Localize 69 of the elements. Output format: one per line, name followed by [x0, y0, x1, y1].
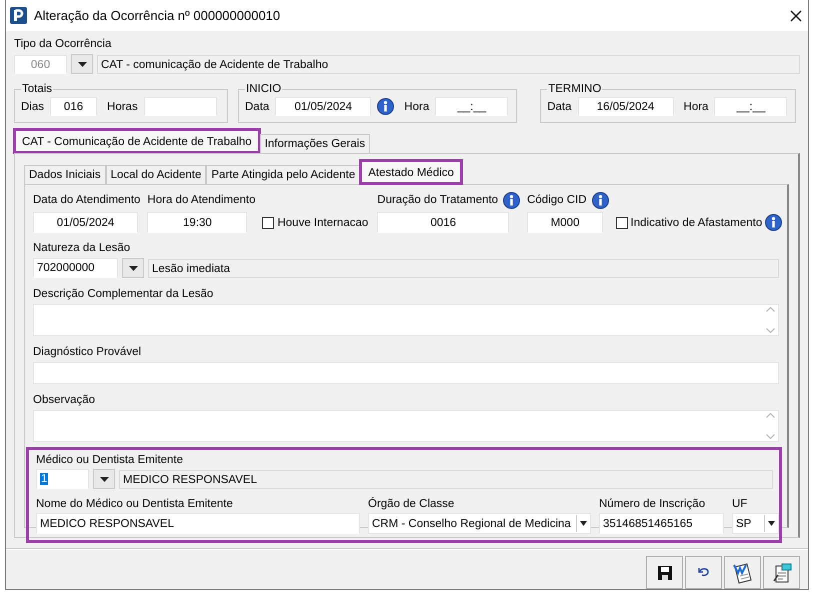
field-label: Data	[245, 100, 270, 114]
tab[interactable]: Local do Acidente	[106, 165, 206, 184]
field-label: Hora	[684, 100, 708, 114]
field-label: Data do Atendimento	[33, 193, 140, 207]
field-label: Tipo da Ocorrência	[14, 37, 112, 51]
field-label: Hora do Atendimento	[147, 193, 256, 207]
checkbox[interactable]	[616, 216, 628, 228]
field-label: UF	[732, 497, 748, 511]
description-field: Lesão imediata	[148, 258, 779, 278]
checkbox-label: Indicativo de Afastamento	[630, 216, 762, 230]
input-field[interactable]: 16/05/2024	[578, 97, 674, 116]
input-field[interactable]: 016	[50, 97, 98, 116]
close-icon[interactable]	[790, 10, 802, 22]
group-label: INICIO	[245, 83, 282, 95]
input-field[interactable]: 01/05/2024	[275, 97, 372, 116]
input-field[interactable]	[33, 362, 779, 384]
input-field[interactable]	[144, 97, 217, 116]
checkbox[interactable]	[262, 216, 274, 228]
dropdown-button[interactable]	[71, 54, 93, 74]
tab[interactable]: Atestado Médico	[360, 160, 462, 184]
caret-icon	[768, 521, 774, 526]
tab[interactable]: CAT - Comunicação de Acidente de Trabalho	[14, 129, 260, 153]
input-field[interactable]: MEDICO RESPONSAVEL	[36, 513, 360, 534]
input-field[interactable]: 702000000	[33, 258, 118, 278]
input-field[interactable]: M000	[527, 212, 604, 233]
caret-icon	[100, 476, 108, 482]
document-button[interactable]	[724, 556, 761, 589]
window-title: Alteração da Ocorrência nº 000000000010	[34, 8, 282, 23]
tab[interactable]: Dados Iniciais	[24, 165, 106, 184]
input-field[interactable]: 01/05/2024	[33, 212, 138, 233]
field-label: Médico ou Dentista Emitente	[36, 453, 184, 467]
field-label: Órgão de Classe	[368, 497, 456, 511]
field-label: Código CID	[527, 193, 587, 207]
input-field[interactable]: 35146851465165	[599, 513, 724, 534]
field-label: Duração do Tratamento	[377, 193, 498, 207]
field-label: Nome do Médico ou Dentista Emitente	[36, 497, 234, 511]
caret-icon	[580, 521, 586, 526]
description-field: MEDICO RESPONSAVEL	[119, 470, 773, 488]
group-label: TERMINO	[547, 83, 602, 95]
dropdown-button[interactable]	[93, 469, 115, 489]
dropdown[interactable]: CRM - Conselho Regional de Medicina	[368, 513, 591, 534]
save-button[interactable]	[646, 556, 683, 589]
field-label: Dias	[21, 100, 44, 114]
input-field[interactable]: 0016	[377, 212, 510, 233]
caret-icon	[78, 62, 86, 66]
field-label: Número de Inscrição	[599, 497, 706, 511]
field-label: Data	[547, 100, 572, 114]
input-field[interactable]: __:__	[435, 97, 508, 116]
tab[interactable]: Parte Atingida pelo Acidente	[206, 165, 360, 184]
tab[interactable]: Informações Gerais	[260, 134, 370, 153]
description-field: CAT - comunicação de Acidente de Trabalho	[97, 54, 800, 74]
field-label: Diagnóstico Provável	[33, 345, 142, 359]
undo-button[interactable]	[685, 556, 722, 589]
input-field[interactable]: 1	[36, 469, 89, 489]
field-label: Natureza da Lesão	[33, 241, 132, 255]
field-label: Observação	[33, 393, 96, 407]
checkbox-label: Houve Internacao	[277, 216, 368, 230]
group-label: Totais	[21, 83, 54, 95]
caret-icon	[128, 266, 138, 270]
input-field[interactable]: __:__	[714, 97, 788, 116]
field-label: Hora	[404, 100, 430, 114]
field-label: Descrição Complementar da Lesão	[33, 287, 214, 301]
document-icon	[730, 560, 754, 584]
report-button[interactable]	[763, 556, 800, 589]
input-field[interactable]: 19:30	[147, 212, 248, 233]
dropdown[interactable]: SP	[732, 513, 779, 534]
dropdown-button[interactable]	[122, 258, 144, 278]
app-logo-icon	[10, 7, 27, 24]
field-label: Horas	[107, 100, 138, 114]
